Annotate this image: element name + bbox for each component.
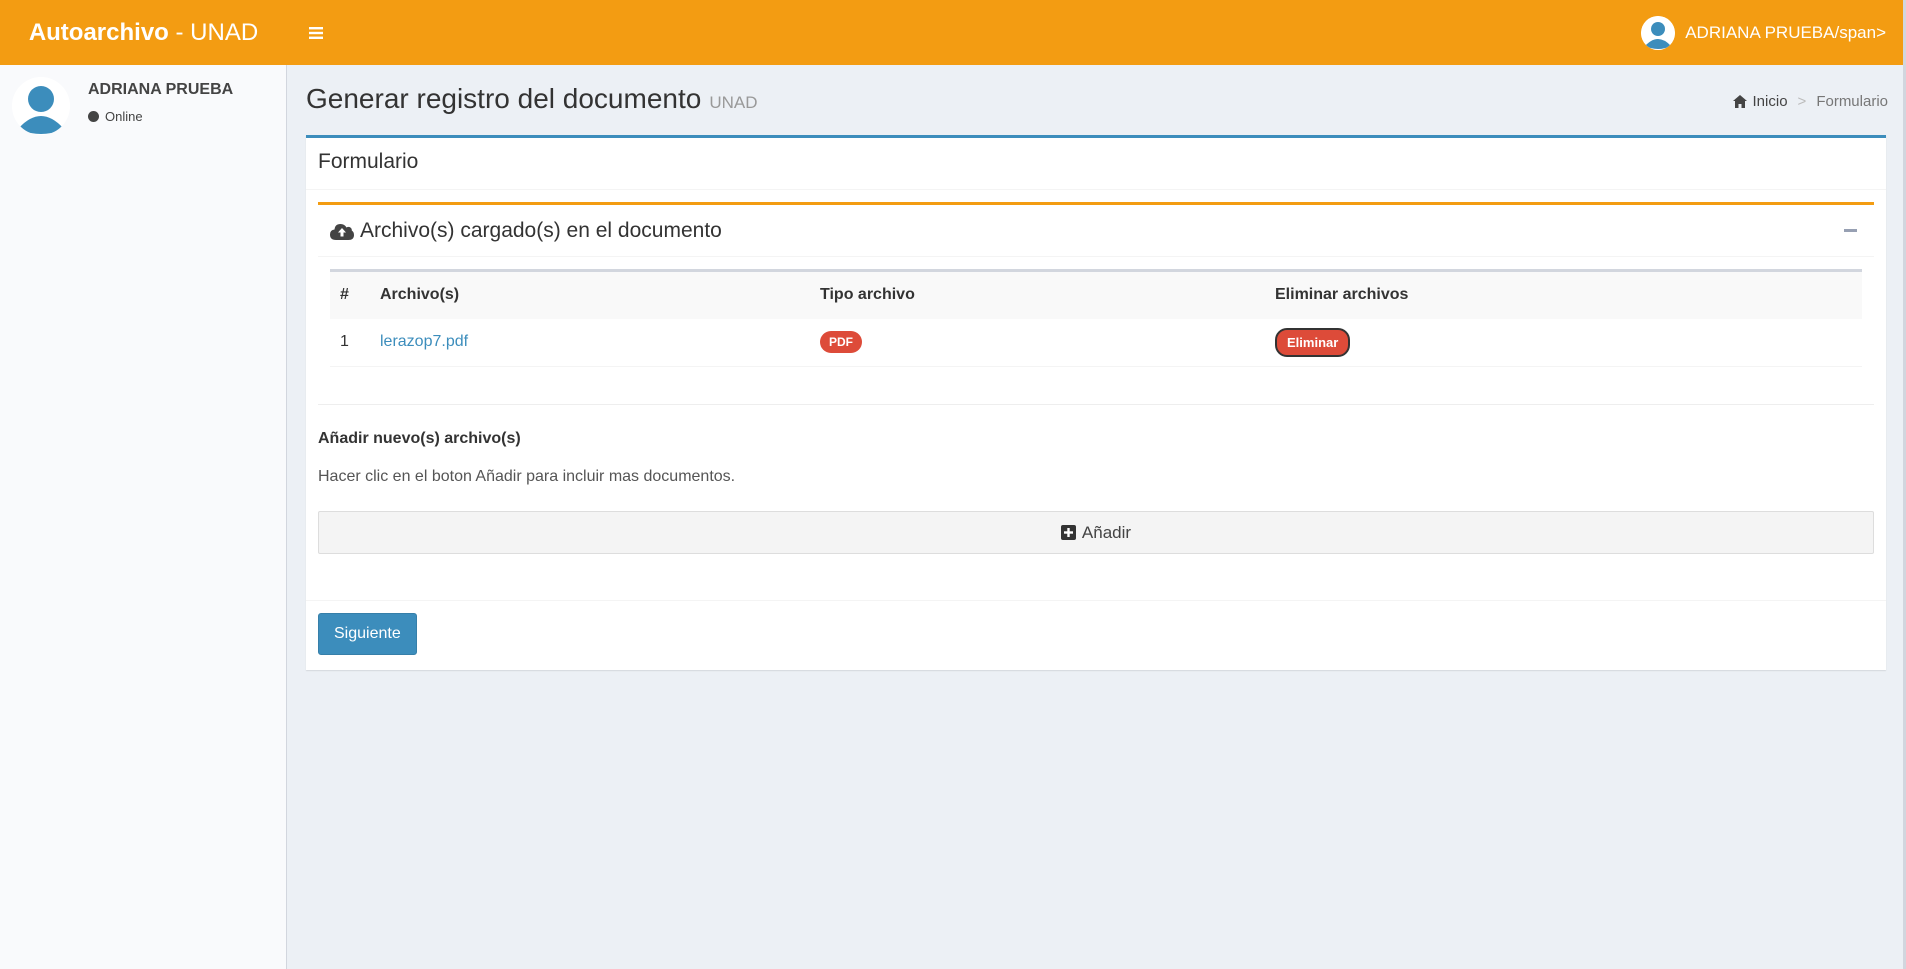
form-box: Formulario Archivo(s) cargado(s) en el d… [306,135,1886,670]
file-link[interactable]: lerazop7.pdf [380,333,468,350]
uploaded-files-title: Archivo(s) cargado(s) en el documento [360,218,722,242]
column-header-type: Tipo archivo [820,286,915,304]
user-status: Online [88,109,233,124]
cloud-upload-icon [330,223,354,240]
home-icon [1732,95,1747,108]
sidebar-user-name: ADRIANA PRUEBA [88,81,234,98]
next-button[interactable]: Siguiente [318,613,417,655]
main-content: Generar registro del documento UNAD Inici… [288,65,1888,969]
breadcrumb: Inicio > Formulario [1732,93,1888,110]
content-header: Generar registro del documento UNAD Inici… [288,65,1888,135]
add-file-label: Añadir [1081,522,1132,542]
avatar [12,77,70,135]
status-dot-icon [88,111,99,122]
delete-file-button[interactable]: Eliminar [1275,327,1351,357]
sidebar-toggle-button[interactable] [287,0,345,65]
file-type-badge: PDF [820,331,862,354]
column-header-delete: Eliminar archivos [1275,286,1409,304]
uploaded-files-box: Archivo(s) cargado(s) en el documento # … [318,202,1874,405]
brand-logo[interactable]: Autoarchivo - UNAD [0,0,287,65]
add-file-button[interactable]: Añadir [318,511,1874,554]
user-avatar [1641,15,1676,50]
plus-square-icon [1060,525,1076,540]
breadcrumb-separator: > [1797,93,1807,110]
add-files-section: Añadir nuevo(s) archivo(s) Hacer clic en… [318,405,1874,554]
files-table: # Archivo(s) Tipo archivo Eliminar archi… [330,269,1862,367]
status-label: Online [105,109,143,124]
hamburger-icon [309,26,323,39]
column-header-number: # [340,286,349,304]
user-panel: ADRIANA PRUEBA Online [0,65,286,147]
brand-suffix: - UNAD [168,18,259,46]
page-subtitle: UNAD [709,93,758,112]
top-navbar: Autoarchivo - UNAD ADRIANA PRUEBA/span> [0,0,1906,65]
brand-name: Autoarchivo [28,18,169,46]
user-menu-label: ADRIANA PRUEBA/span> [1685,22,1886,42]
form-box-header: Formulario [306,138,1886,190]
page-title: Generar registro del documento UNAD [306,83,758,115]
add-files-title: Añadir nuevo(s) archivo(s) [318,430,521,447]
table-row: 1 lerazop7.pdf PDF Eliminar [330,318,1862,367]
form-box-body: Archivo(s) cargado(s) en el documento # … [306,190,1886,566]
form-title: Formulario [318,150,419,173]
table-header-row: # Archivo(s) Tipo archivo Eliminar archi… [330,270,1862,319]
page-title-text: Generar registro del documento [306,83,702,114]
sidebar: ADRIANA PRUEBA Online [0,65,287,969]
add-files-help: Hacer clic en el boton Añadir para inclu… [318,468,736,485]
uploaded-files-header: Archivo(s) cargado(s) en el documento [318,205,1874,257]
form-footer: Siguiente [306,600,1886,670]
breadcrumb-current: Formulario [1816,93,1888,110]
minus-icon [1843,229,1857,232]
collapse-button[interactable] [1838,219,1862,243]
user-menu[interactable]: ADRIANA PRUEBA/span> [1641,0,1906,65]
column-header-file: Archivo(s) [380,286,460,304]
breadcrumb-home-link[interactable]: Inicio [1753,93,1788,110]
row-number: 1 [330,318,370,367]
